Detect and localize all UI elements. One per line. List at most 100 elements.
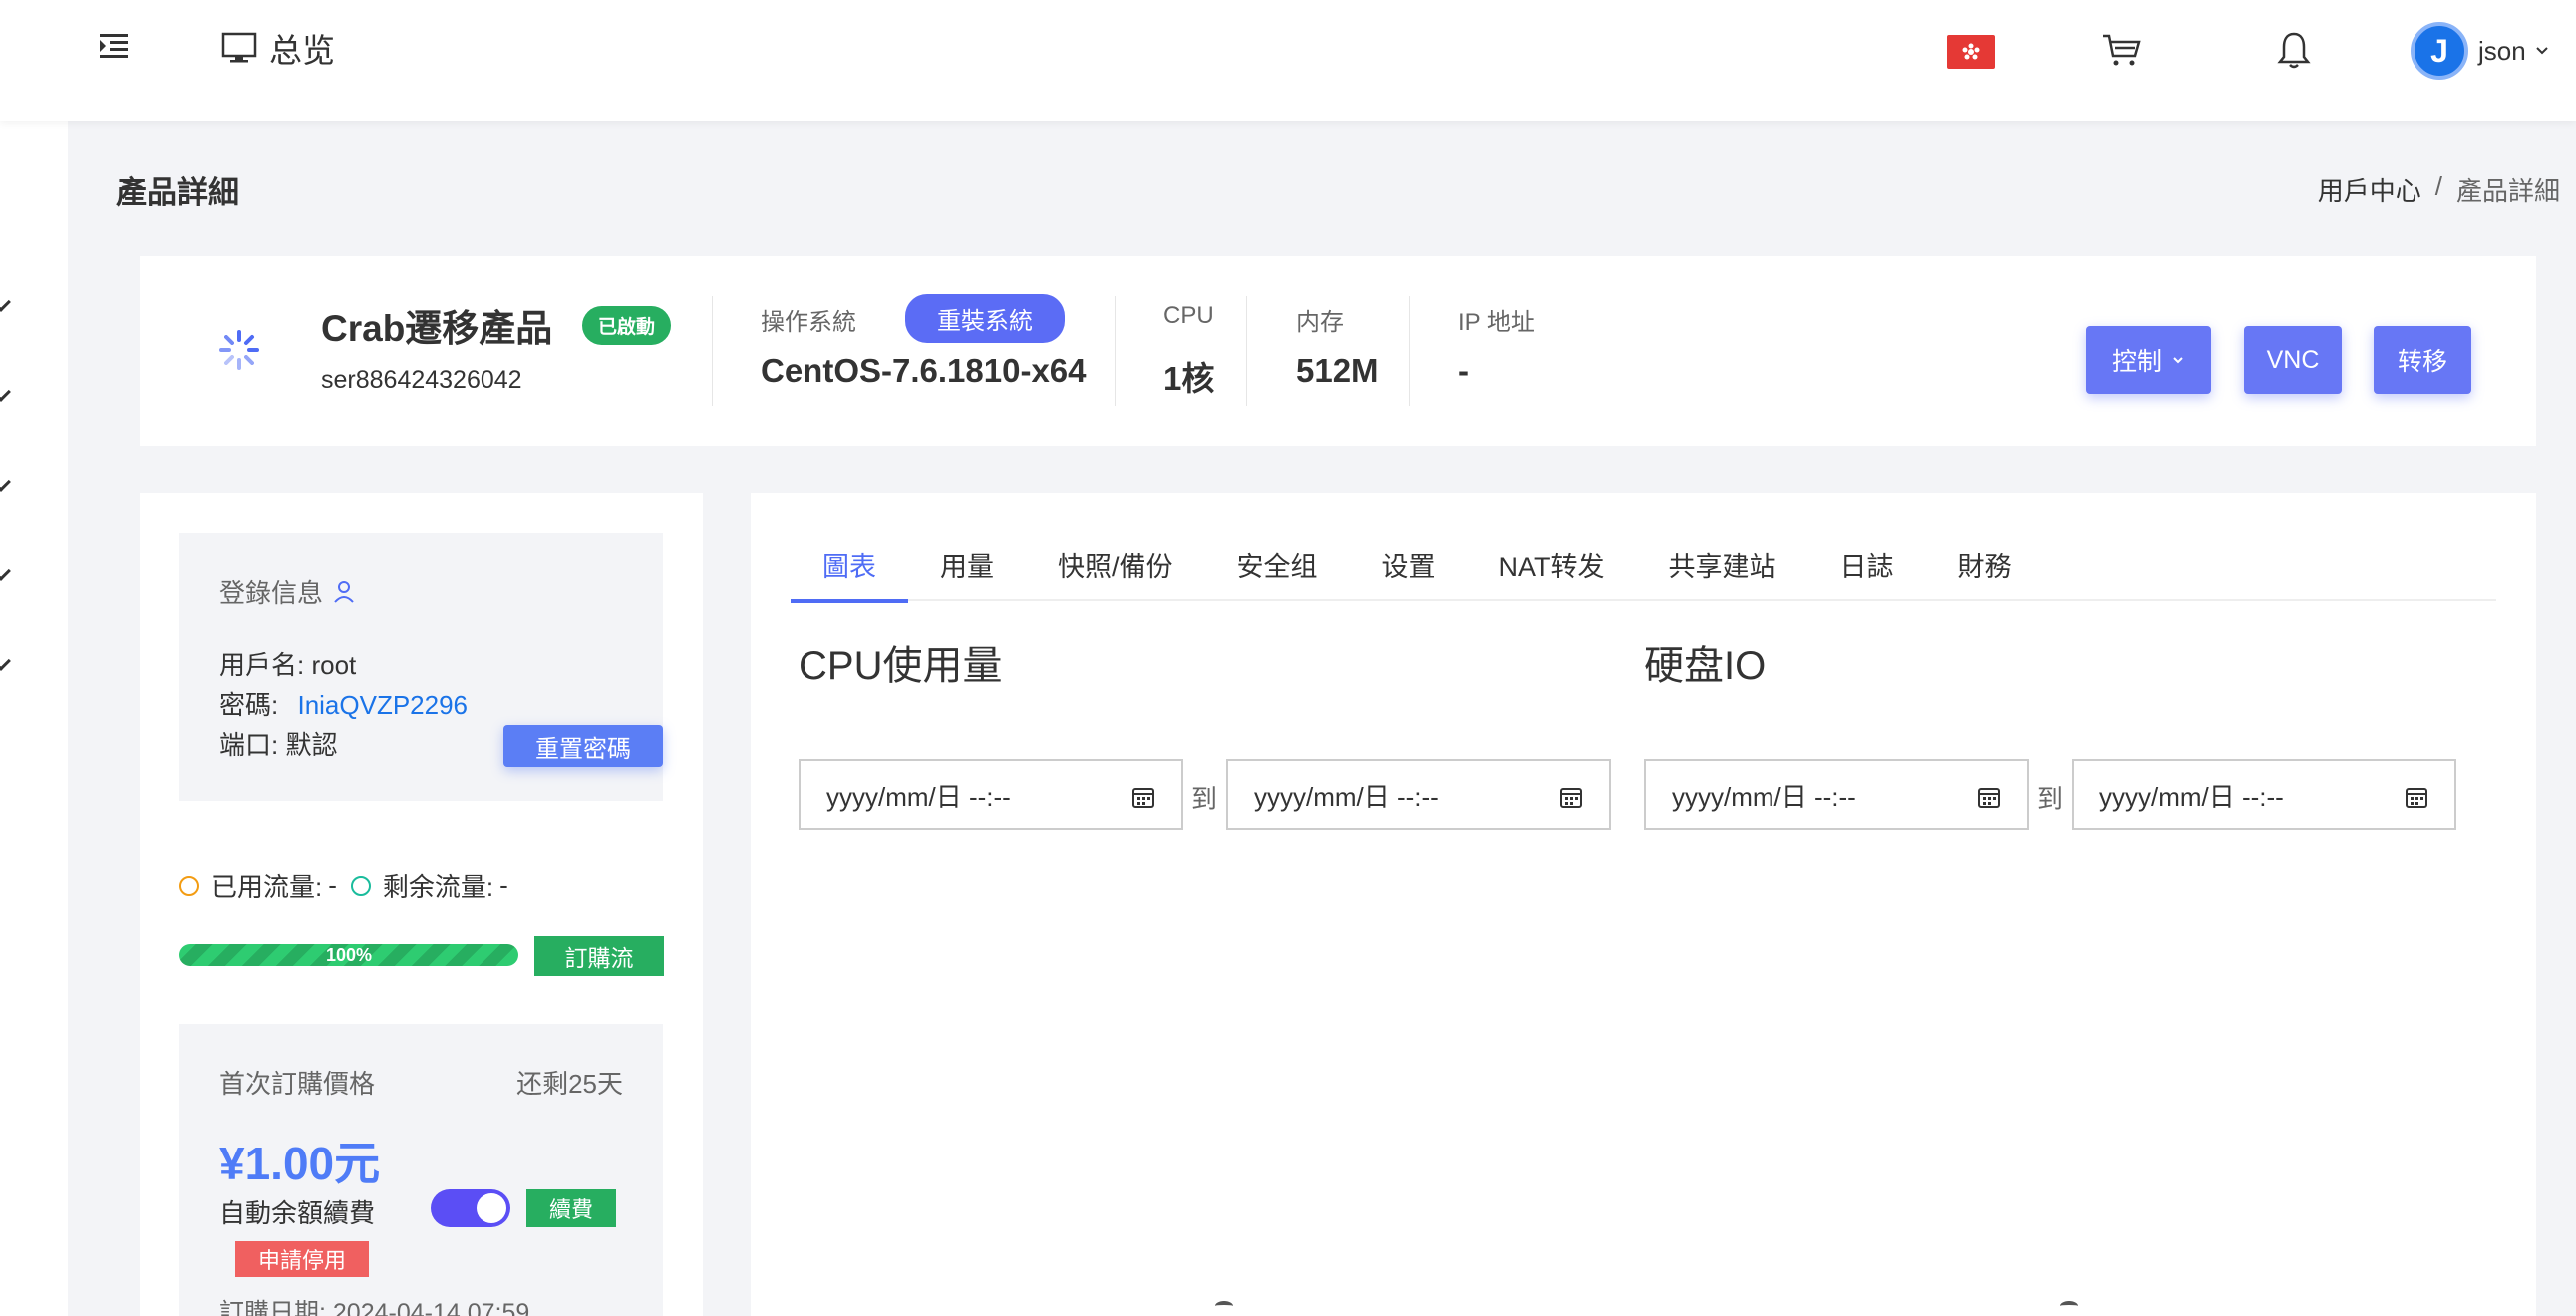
login-info-title-text: 登錄信息	[219, 578, 324, 608]
breadcrumb: 用戶中心 / 產品詳細	[2318, 171, 2560, 208]
username-label: 用戶名:	[219, 650, 305, 680]
user-icon	[334, 580, 354, 603]
port-label: 端口:	[219, 730, 279, 760]
control-dropdown-button[interactable]: 控制	[2086, 326, 2211, 394]
divider	[1409, 296, 1410, 406]
remaining-traffic-label: 剩余流量:	[382, 872, 494, 902]
divider	[1246, 296, 1247, 406]
memory-value: 512M	[1296, 352, 1379, 389]
reinstall-system-button[interactable]: 重裝系統	[905, 294, 1065, 343]
traffic-summary: 已用流量: - 剩余流量: -	[179, 867, 508, 904]
ip-value: -	[1458, 352, 1469, 389]
renew-button[interactable]: 續費	[526, 1189, 616, 1227]
memory-label: 内存	[1296, 309, 1344, 336]
reset-password-button[interactable]: 重置密碼	[503, 725, 663, 767]
monitor-icon	[221, 32, 257, 63]
cpu-chart-loading-mark	[1215, 1301, 1233, 1311]
tab-logs[interactable]: 日誌	[1808, 533, 1926, 601]
product-name: Crab遷移產品	[321, 308, 553, 349]
port-row: 端口: 默認	[219, 725, 337, 762]
traffic-progress-bar: 100%	[179, 944, 518, 966]
sidebar-check-icon[interactable]	[0, 292, 11, 312]
request-stop-button[interactable]: 申請停用	[235, 1241, 369, 1277]
tab-chart[interactable]: 圖表	[791, 533, 908, 603]
disk-chart-loading-mark	[2060, 1301, 2078, 1311]
tab-snapshot-backup[interactable]: 快照/備份	[1026, 533, 1205, 601]
overview-link[interactable]: 总览	[221, 24, 335, 72]
avatar: J	[2411, 22, 2468, 80]
vnc-button[interactable]: VNC	[2244, 326, 2342, 394]
cpu-label: CPU	[1163, 302, 1214, 329]
product-id: ser886424326042	[321, 366, 522, 394]
cpu-value: 1核	[1163, 360, 1215, 397]
cpu-chart-title: CPU使用量	[799, 644, 1003, 688]
os-value: CentOS-7.6.1810-x64	[761, 352, 1087, 389]
calendar-icon[interactable]	[1131, 785, 1155, 809]
sidebar-check-icon[interactable]	[0, 651, 11, 671]
auto-renew-toggle[interactable]	[431, 1189, 510, 1227]
cpu-end-date-input[interactable]: yyyy/mm/日 --:--	[1226, 759, 1611, 830]
auto-renew-label: 自動余額續費	[219, 1198, 376, 1228]
cpu-start-date-input[interactable]: yyyy/mm/日 --:--	[799, 759, 1183, 830]
divider	[1115, 296, 1116, 406]
calendar-icon[interactable]	[1977, 785, 2001, 809]
transfer-button[interactable]: 转移	[2374, 326, 2471, 394]
tab-shared-hosting[interactable]: 共享建站	[1637, 533, 1808, 601]
detail-tabs-panel: 圖表 用量 快照/備份 安全组 设置 NAT转发 共享建站 日誌 財務 CPU使…	[751, 494, 2536, 1316]
tab-nat-forward[interactable]: NAT转发	[1467, 533, 1637, 601]
calendar-icon[interactable]	[2405, 785, 2428, 809]
bell-icon[interactable]	[2276, 30, 2312, 70]
password-row: 密碼: IniaQVZP2296	[219, 685, 468, 722]
sidebar	[0, 0, 68, 1316]
date-placeholder: yyyy/mm/日 --:--	[826, 781, 1011, 812]
breadcrumb-current: 產品詳細	[2455, 176, 2560, 206]
username-row: 用戶名: root	[219, 645, 356, 682]
buy-traffic-button[interactable]: 訂購流	[534, 936, 664, 976]
user-name: json	[2478, 35, 2526, 66]
breadcrumb-separator: /	[2434, 171, 2442, 201]
disk-end-date-input[interactable]: yyyy/mm/日 --:--	[2072, 759, 2456, 830]
login-info-box: 登錄信息 用戶名: root 密碼: IniaQVZP2296 端口: 默認 重…	[179, 533, 663, 801]
chevron-down-icon	[2535, 47, 2548, 55]
order-date: 訂購日期: 2024-04-14 07:59	[219, 1299, 530, 1316]
tab-security-group[interactable]: 安全组	[1205, 533, 1350, 601]
password-label: 密碼:	[219, 690, 279, 720]
tab-settings[interactable]: 设置	[1350, 533, 1467, 601]
username-value: root	[311, 650, 357, 680]
page-title: 產品詳細	[116, 175, 239, 210]
billing-box: 首次訂購價格 还剩25天 ¥1.00元 自動余額續費 續費 申請停用 訂購日期:…	[179, 1024, 663, 1316]
cart-icon[interactable]	[2101, 32, 2141, 68]
sidebar-check-icon[interactable]	[0, 561, 11, 581]
date-placeholder: yyyy/mm/日 --:--	[1672, 781, 1856, 812]
user-menu[interactable]: J json	[2411, 22, 2548, 80]
tab-usage[interactable]: 用量	[908, 533, 1026, 601]
calendar-icon[interactable]	[1559, 785, 1583, 809]
to-label: 到	[2037, 784, 2064, 814]
control-label: 控制	[2111, 348, 2162, 376]
menu-toggle-icon[interactable]	[98, 30, 130, 62]
price-value: ¥1.00元	[219, 1138, 381, 1189]
divider	[712, 296, 713, 406]
breadcrumb-home[interactable]: 用戶中心	[2318, 171, 2421, 208]
disk-start-date-input[interactable]: yyyy/mm/日 --:--	[1644, 759, 2029, 830]
used-traffic-label: 已用流量:	[211, 872, 323, 902]
to-label: 到	[1191, 784, 1218, 814]
tab-finance[interactable]: 財務	[1926, 533, 2044, 601]
top-bar: 总览 J json	[0, 0, 2576, 121]
used-traffic-value: -	[328, 870, 337, 900]
left-info-panel: 登錄信息 用戶名: root 密碼: IniaQVZP2296 端口: 默認 重…	[140, 494, 703, 1316]
overview-label: 总览	[269, 32, 335, 69]
hong-kong-flag-icon[interactable]	[1947, 35, 1995, 69]
days-left: 还剩25天	[516, 1069, 623, 1099]
loading-spinner-icon	[219, 330, 259, 370]
date-placeholder: yyyy/mm/日 --:--	[2099, 781, 2284, 812]
remaining-traffic-value: -	[499, 870, 508, 900]
password-value[interactable]: IniaQVZP2296	[297, 690, 468, 720]
sidebar-check-icon[interactable]	[0, 472, 11, 492]
sidebar-check-icon[interactable]	[0, 382, 11, 402]
status-badge: 已啟動	[582, 306, 672, 345]
remaining-traffic-dot-icon	[350, 875, 371, 896]
tab-bar: 圖表 用量 快照/備份 安全组 设置 NAT转发 共享建站 日誌 財務	[791, 533, 2496, 603]
first-price-label: 首次訂購價格	[219, 1069, 376, 1099]
disk-io-chart-title: 硬盘IO	[1644, 644, 1767, 688]
